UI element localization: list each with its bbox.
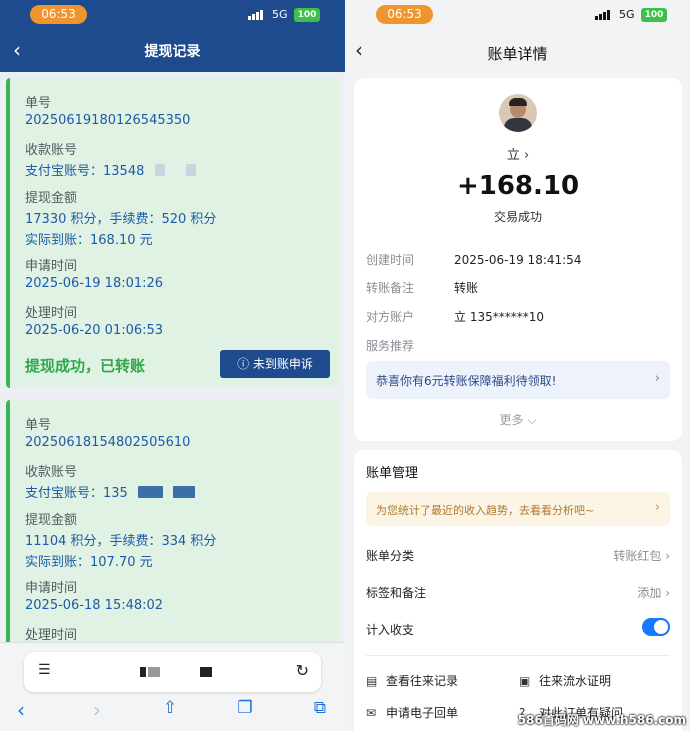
- address-bar[interactable]: ☰ ↻: [24, 652, 321, 692]
- amount-label: 提现金额: [25, 513, 78, 528]
- bookmarks-icon[interactable]: ❐: [232, 698, 258, 718]
- detail-key: 创建时间: [366, 253, 415, 267]
- transaction-status: 交易成功: [493, 210, 542, 224]
- divider: [366, 655, 670, 656]
- account-value: 支付宝账号：135: [25, 486, 128, 501]
- nav-bar: ‹ 提现记录: [0, 30, 345, 72]
- history-icon: ▤: [366, 674, 378, 688]
- chevron-right-icon: ›: [654, 500, 660, 515]
- chevron-right-icon: ›: [654, 371, 660, 386]
- battery-icon: 100: [294, 8, 320, 22]
- redaction-mask: [140, 667, 146, 677]
- browser-toolbar: ☰ ↻ ‹ › ⇧ ❐ ⧉: [0, 642, 345, 731]
- account-label: 收款账号: [25, 465, 78, 480]
- bill-management-card: 账单管理 为您统计了最近的收入趋势，去看看分析吧~ › 账单分类 转账红包 › …: [354, 450, 682, 731]
- promo-text: 恭喜你有6元转账保障福利待领取!: [376, 374, 557, 388]
- detail-value: 转账: [454, 281, 479, 295]
- network-label: 5G: [619, 8, 635, 21]
- count-toggle[interactable]: [642, 618, 670, 636]
- order-number: 20250618154802505610: [25, 435, 191, 450]
- network-label: 5G: [272, 8, 288, 21]
- watermark: 586首码网 www.h586.com: [517, 713, 686, 727]
- forward-arrow-icon[interactable]: ›: [84, 698, 110, 722]
- bill-detail-screen: 06:53 5G 100 ‹ 账单详情 立 › +168.10 交易成功 创建时…: [345, 0, 690, 731]
- account-value: 支付宝账号：13548: [25, 164, 145, 179]
- detail-row: 转账备注 转账: [366, 279, 478, 296]
- apply-time: 2025-06-18 15:48:02: [25, 598, 164, 613]
- tags-label: 标签和备注: [366, 586, 427, 600]
- statement-proof-link[interactable]: ▣ 往来流水证明: [519, 672, 611, 689]
- document-icon: ▣: [519, 674, 531, 688]
- redaction-mask: [200, 667, 212, 677]
- category-label: 账单分类: [366, 549, 415, 563]
- detail-row: 服务推荐: [366, 337, 454, 354]
- link-label: 往来流水证明: [539, 674, 612, 688]
- nav-bar: ‹ 账单详情: [345, 30, 690, 74]
- signal-icon: [248, 9, 267, 20]
- reload-icon[interactable]: ↻: [296, 661, 309, 680]
- trend-tip-banner[interactable]: 为您统计了最近的收入趋势，去看看分析吧~ ›: [366, 492, 670, 526]
- detail-row: 创建时间 2025-06-19 18:41:54: [366, 251, 581, 268]
- redaction-mask: [173, 486, 195, 498]
- process-time: 2025-06-20 01:06:53: [25, 323, 164, 338]
- appeal-button[interactable]: ⓘ 未到账申诉: [220, 350, 330, 378]
- amount-value: 17330 积分，手续费：520 积分: [25, 212, 217, 227]
- tags-value: 添加 ›: [637, 586, 670, 600]
- link-label: 申请电子回单: [386, 706, 459, 720]
- detail-key: 对方账户: [366, 310, 415, 324]
- status-text: 提现成功，已转账: [25, 357, 146, 375]
- process-time-label: 处理时间: [25, 628, 78, 643]
- link-label: 查看往来记录: [386, 674, 459, 688]
- promo-banner[interactable]: 恭喜你有6元转账保障福利待领取! ›: [366, 361, 670, 399]
- detail-row: 对方账户 立 135******10: [366, 308, 544, 325]
- apply-time-label: 申请时间: [25, 259, 78, 274]
- e-receipt-link[interactable]: ✉ 申请电子回单: [366, 704, 458, 721]
- amount: +168.10: [456, 171, 580, 201]
- apply-time-label: 申请时间: [25, 581, 78, 596]
- tip-text: 为您统计了最近的收入趋势，去看看分析吧~: [376, 504, 595, 517]
- page-title: 提现记录: [144, 44, 201, 60]
- tabs-icon[interactable]: ⧉: [307, 698, 333, 718]
- amount-label: 提现金额: [25, 191, 78, 206]
- category-value: 转账红包 ›: [613, 549, 670, 563]
- reader-icon[interactable]: ☰: [38, 662, 51, 678]
- bill-card: 立 › +168.10 交易成功 创建时间 2025-06-19 18:41:54…: [354, 78, 682, 441]
- received-value: 实际到账：168.10 元: [25, 233, 153, 248]
- count-label: 计入收支: [366, 623, 415, 637]
- section-title: 账单管理: [366, 466, 419, 481]
- redaction-mask: [186, 164, 196, 176]
- share-icon[interactable]: ⇧: [157, 698, 183, 718]
- page-title: 账单详情: [487, 45, 548, 63]
- redaction-mask: [155, 164, 165, 176]
- detail-key: 服务推荐: [366, 339, 415, 353]
- mail-icon: ✉: [366, 706, 377, 720]
- order-number: 20250619180126545350: [25, 113, 191, 128]
- account-label: 收款账号: [25, 143, 78, 158]
- withdraw-records-screen: 06:53 5G 100 ‹ 提现记录 单号 20250619180126545…: [0, 0, 345, 731]
- apply-time: 2025-06-19 18:01:26: [25, 276, 164, 291]
- view-history-link[interactable]: ▤ 查看往来记录: [366, 672, 458, 689]
- avatar[interactable]: [499, 94, 537, 132]
- order-label: 单号: [25, 418, 52, 433]
- record-card: 单号 20250619180126545350 收款账号 支付宝账号：13548…: [6, 78, 339, 388]
- signal-icon: [595, 9, 614, 20]
- redaction-mask: [148, 667, 160, 677]
- battery-icon: 100: [641, 8, 667, 22]
- redaction-mask: [138, 486, 163, 498]
- detail-value: 2025-06-19 18:41:54: [454, 253, 582, 267]
- process-time-label: 处理时间: [25, 306, 78, 321]
- order-label: 单号: [25, 96, 52, 111]
- detail-key: 转账备注: [366, 281, 415, 295]
- status-time: 06:53: [376, 5, 433, 24]
- back-arrow-icon[interactable]: ‹: [8, 698, 34, 722]
- more-link[interactable]: 更多 ⌵: [354, 411, 682, 428]
- payee-name[interactable]: 立 ›: [354, 144, 682, 163]
- detail-value: 立 135******10: [454, 310, 544, 324]
- status-time: 06:53: [30, 5, 87, 24]
- received-value: 实际到账：107.70 元: [25, 555, 153, 570]
- status-bar: 06:53 5G 100: [0, 0, 345, 30]
- record-card: 单号 20250618154802505610 收款账号 支付宝账号：135 提…: [6, 400, 339, 660]
- amount-value: 11104 积分，手续费：334 积分: [25, 534, 217, 549]
